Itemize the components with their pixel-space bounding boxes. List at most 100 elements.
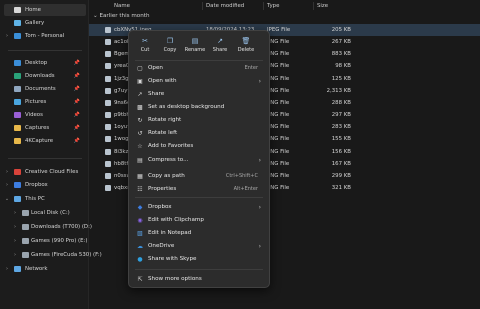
menu-item-show-more-options[interactable]: ⇱ Show more options — [132, 273, 266, 286]
image-file-icon — [105, 148, 111, 155]
menu-item-dropbox[interactable]: ◆ Dropbox › — [132, 201, 266, 214]
menu-divider — [135, 197, 263, 198]
rename-icon: ▤ — [191, 37, 199, 45]
image-file-icon — [105, 39, 111, 46]
menu-item-set-as-desktop-background[interactable]: ▩ Set as desktop background — [132, 101, 266, 114]
menu-item-open[interactable]: ▢ Open Enter — [132, 62, 266, 75]
menu-item-open-with[interactable]: ▣ Open with › — [132, 75, 266, 88]
file-type: PNG File — [267, 87, 290, 94]
sidebar-item-videos[interactable]: Videos 📌 — [4, 109, 86, 121]
menu-item-label: Rotate right — [148, 117, 182, 123]
sidebar-item-games-e[interactable]: › Games (990 Pro) (E:) — [4, 235, 87, 247]
menu-item-add-to-favorites[interactable]: ☆ Add to Favorites — [132, 140, 266, 153]
delete-button[interactable]: 🗑 Delete — [235, 36, 257, 58]
menu-item-edit-with-clipchamp[interactable]: ◉ Edit with Clipchamp — [132, 214, 266, 227]
sidebar-item-dropbox[interactable]: › Dropbox — [4, 179, 86, 191]
menu-item-onedrive[interactable]: ☁ OneDrive › — [132, 240, 266, 253]
sidebar-item-gallery[interactable]: Gallery — [4, 17, 86, 29]
column-header-name[interactable]: Name — [114, 0, 130, 12]
sidebar-item-downloads[interactable]: Downloads 📌 — [4, 70, 86, 82]
column-divider[interactable] — [202, 2, 203, 10]
file-type: PNG File — [267, 172, 290, 179]
chevron-right-icon[interactable]: › — [12, 207, 18, 219]
drive-icon — [22, 224, 29, 230]
drive-icon — [22, 238, 29, 244]
menu-item-label: Share — [148, 91, 165, 97]
group-header-label: Earlier this month — [99, 13, 150, 19]
pc-icon — [14, 196, 21, 202]
sidebar-item-documents[interactable]: Documents 📌 — [4, 83, 86, 95]
sidebar-item-4kcapture[interactable]: 4KCapture 📌 — [4, 135, 86, 147]
menu-item-label: Copy as path — [148, 173, 185, 179]
chevron-right-icon: › — [258, 204, 261, 211]
downloads-icon — [14, 73, 21, 79]
column-header-type[interactable]: Type — [267, 0, 279, 12]
copy-path-icon: ▦ — [137, 173, 143, 180]
chevron-right-icon[interactable]: › — [12, 235, 18, 247]
sidebar-item-downloads-drive[interactable]: › Downloads (T700) (D:) — [4, 221, 92, 233]
chevron-right-icon[interactable]: › — [4, 30, 10, 42]
file-type: PNG File — [267, 39, 290, 46]
chevron-right-icon[interactable]: › — [4, 166, 10, 178]
sidebar-item-onedrive[interactable]: › Tom - Personal — [4, 30, 86, 42]
shortcut-label: Ctrl+Shift+C — [225, 173, 258, 179]
sidebar-item-games-f[interactable]: › Games (FireCuda 530) (F:) — [4, 249, 102, 261]
chevron-down-icon[interactable]: ⌄ — [4, 193, 10, 205]
menu-item-compress-to[interactable]: ▤ Compress to... › — [132, 154, 266, 167]
desktop-icon — [14, 60, 21, 66]
copy-button[interactable]: ❐ Copy — [159, 36, 181, 58]
sidebar-item-label: Tom - Personal — [25, 33, 65, 39]
sidebar-item-this-pc[interactable]: ⌄ This PC — [4, 193, 86, 205]
file-type: JPEG File — [267, 27, 291, 33]
chevron-right-icon[interactable]: › — [4, 179, 10, 191]
creative-cloud-icon — [14, 169, 21, 175]
menu-divider — [135, 60, 263, 61]
sidebar-item-network[interactable]: › Network — [4, 263, 86, 275]
rotate-right-icon: ↻ — [137, 117, 143, 124]
group-header[interactable]: ⌄ Earlier this month — [93, 13, 150, 19]
image-file-icon — [105, 51, 111, 58]
sidebar-item-captures[interactable]: Captures 📌 — [4, 122, 86, 134]
menu-item-properties[interactable]: ☷ Properties Alt+Enter — [132, 183, 266, 196]
sidebar-item-label: Captures — [25, 125, 50, 131]
menu-item-copy-as-path[interactable]: ▦ Copy as path Ctrl+Shift+C — [132, 170, 266, 183]
menu-item-rotate-right[interactable]: ↻ Rotate right — [132, 114, 266, 127]
file-size: 167 KB — [331, 160, 351, 167]
onedrive-icon: ☁ — [137, 243, 143, 250]
column-header-date[interactable]: Date modified — [206, 0, 244, 12]
sidebar-item-creative-cloud[interactable]: › Creative Cloud Files — [4, 166, 86, 178]
image-file-icon — [105, 136, 111, 143]
menu-item-share[interactable]: ↗ Share — [132, 88, 266, 101]
sidebar-item-label: Desktop — [25, 60, 48, 66]
sidebar-item-label: Network — [25, 266, 48, 272]
sidebar-item-desktop[interactable]: Desktop 📌 — [4, 57, 86, 69]
share-button[interactable]: ↗ Share — [209, 36, 231, 58]
sidebar-item-home[interactable]: Home — [4, 4, 86, 16]
menu-item-rotate-left[interactable]: ↺ Rotate left — [132, 127, 266, 140]
chevron-right-icon[interactable]: › — [12, 249, 18, 261]
properties-icon: ☷ — [137, 186, 143, 193]
documents-icon — [14, 86, 21, 92]
sidebar-item-label: Downloads (T700) (D:) — [31, 224, 92, 230]
shortcut-label: Enter — [244, 65, 258, 71]
divider — [8, 158, 82, 159]
menu-item-share-with-skype[interactable]: ● Share with Skype — [132, 253, 266, 266]
rename-button[interactable]: ▤ Rename — [184, 36, 206, 58]
menu-item-edit-in-notepad[interactable]: ▧ Edit in Notepad — [132, 227, 266, 240]
share-icon: ↗ — [137, 91, 143, 98]
column-divider[interactable] — [313, 2, 314, 10]
column-header-size[interactable]: Size — [317, 0, 328, 12]
cut-label: Cut — [140, 47, 150, 53]
image-file-icon — [105, 63, 111, 70]
sidebar-item-pictures[interactable]: Pictures 📌 — [4, 96, 86, 108]
column-divider[interactable] — [263, 2, 264, 10]
pin-icon: 📌 — [73, 73, 80, 79]
chevron-right-icon[interactable]: › — [4, 263, 10, 275]
file-type: PNG File — [267, 124, 290, 131]
sidebar-item-local-disk[interactable]: › Local Disk (C:) — [4, 207, 86, 219]
cut-icon: ✂ — [142, 37, 148, 45]
cut-button[interactable]: ✂ Cut — [134, 36, 156, 58]
chevron-right-icon[interactable]: › — [12, 221, 18, 233]
image-file-icon — [105, 87, 111, 94]
more-options-icon: ⇱ — [137, 276, 143, 283]
